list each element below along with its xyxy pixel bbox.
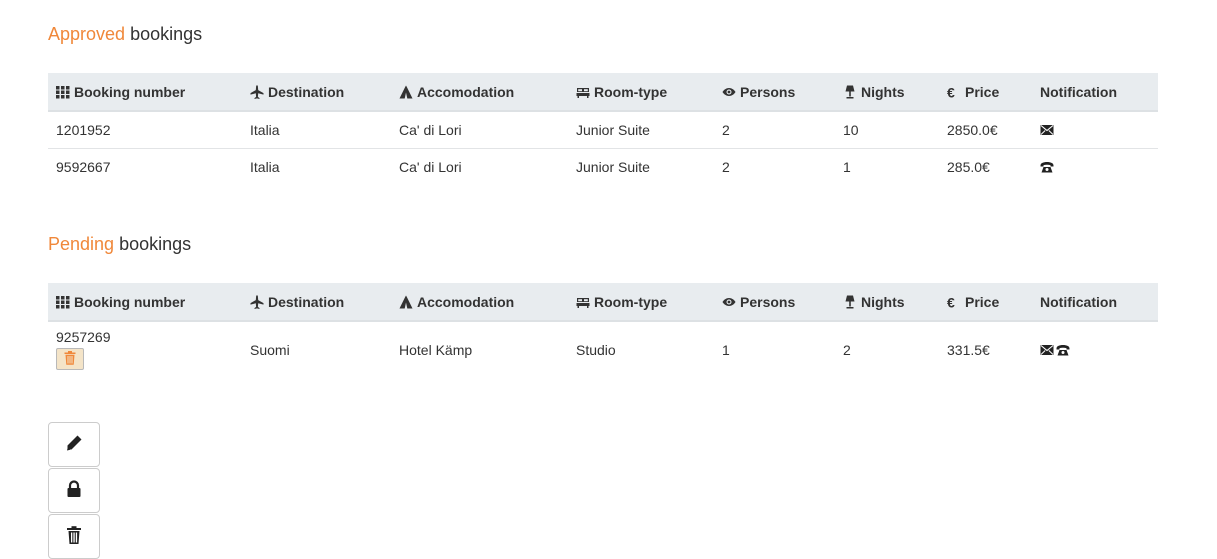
room-type-cell: Junior Suite — [576, 159, 650, 175]
persons-cell: 2 — [722, 159, 730, 175]
notification-cell — [1032, 111, 1158, 149]
edit-button[interactable] — [48, 422, 100, 467]
tent-icon — [399, 85, 413, 99]
price-cell: 331.5€ — [947, 341, 990, 358]
col-notification: Notification — [1032, 283, 1158, 322]
persons-cell: 2 — [714, 111, 835, 149]
pending-bookings-title: Pending bookings — [48, 233, 191, 255]
phone-icon — [1056, 344, 1070, 356]
col-notification: Notification — [1032, 73, 1158, 112]
booking-number-cell: 1201952 — [48, 111, 242, 149]
lamp-icon — [843, 295, 857, 309]
persons-cell: 1 — [722, 341, 730, 358]
destination-cell: Suomi — [250, 341, 290, 358]
room-type-cell: Studio — [576, 341, 616, 358]
accommodation-cell: Ca' di Lori — [391, 111, 568, 149]
col-accommodation: Accomodation — [391, 73, 568, 112]
table-row[interactable]: 9592667 Italia Ca' di Lori Junior Suite … — [48, 149, 1158, 186]
euro-icon: € — [947, 295, 961, 309]
nights-cell: 1 — [843, 159, 851, 175]
delete-booking-button[interactable] — [56, 348, 84, 370]
lamp-icon — [843, 85, 857, 99]
eye-icon — [722, 85, 736, 99]
table-row[interactable]: 1201952 Italia Ca' di Lori Junior Suite … — [48, 111, 1158, 149]
svg-text:€: € — [947, 85, 955, 99]
col-persons: Persons — [714, 73, 835, 112]
svg-text:€: € — [947, 295, 955, 309]
col-persons: Persons — [714, 283, 835, 322]
pending-title-accent: Pending — [48, 234, 115, 254]
table-header-row: Booking number Destination Accomodation … — [48, 73, 1158, 112]
eye-icon — [722, 295, 736, 309]
table-header-row: Booking number Destination Accomodation … — [48, 283, 1158, 322]
lock-icon — [64, 479, 84, 502]
plane-icon — [250, 295, 264, 309]
grid-icon — [56, 85, 70, 99]
col-price: € Price — [939, 73, 1032, 112]
col-nights: Nights — [835, 283, 939, 322]
approved-bookings-table: Booking number Destination Accomodation … — [48, 73, 1158, 185]
destination-cell: Italia — [242, 111, 391, 149]
trash-icon — [64, 525, 84, 548]
approved-title-rest: bookings — [125, 24, 203, 44]
bed-icon — [576, 85, 590, 99]
plane-icon — [250, 85, 264, 99]
nights-cell: 2 — [843, 341, 851, 358]
col-booking-number: Booking number — [48, 73, 242, 112]
table-row[interactable]: 9257269 Suomi Hotel Kämp Studio 1 2 331.… — [48, 321, 1158, 377]
envelope-icon — [1040, 344, 1054, 356]
destination-cell: Italia — [250, 159, 280, 175]
accommodation-cell: Hotel Kämp — [399, 341, 473, 358]
price-cell: 2850.0€ — [939, 111, 1032, 149]
lock-button[interactable] — [48, 468, 100, 513]
col-destination: Destination — [242, 73, 391, 112]
phone-icon — [1040, 161, 1054, 173]
accommodation-cell: Ca' di Lori — [399, 159, 462, 175]
col-room-type: Room-type — [568, 283, 714, 322]
approved-title-accent: Approved — [48, 24, 126, 44]
room-type-cell: Junior Suite — [568, 111, 714, 149]
col-price: € Price — [939, 283, 1032, 322]
tent-icon — [399, 295, 413, 309]
booking-number-cell: 9592667 — [56, 159, 111, 175]
bed-icon — [576, 295, 590, 309]
notification-cell — [1032, 321, 1158, 377]
delete-button[interactable] — [48, 514, 100, 559]
euro-icon: € — [947, 85, 961, 99]
nights-cell: 10 — [835, 111, 939, 149]
pending-bookings-table: Booking number Destination Accomodation … — [48, 283, 1158, 377]
price-cell: 285.0€ — [947, 159, 990, 175]
notification-cell — [1032, 149, 1158, 186]
booking-number-cell: 9257269 — [48, 321, 242, 377]
col-destination: Destination — [242, 283, 391, 322]
pencil-icon — [64, 433, 84, 456]
trash-icon — [64, 350, 76, 368]
col-accommodation: Accomodation — [391, 283, 568, 322]
grid-icon — [56, 295, 70, 309]
approved-bookings-title: Approved bookings — [48, 23, 202, 45]
col-nights: Nights — [835, 73, 939, 112]
col-booking-number: Booking number — [48, 283, 242, 322]
col-room-type: Room-type — [568, 73, 714, 112]
envelope-icon — [1040, 124, 1054, 136]
pending-title-rest: bookings — [114, 234, 192, 254]
booking-number-text: 9257269 — [56, 329, 111, 345]
